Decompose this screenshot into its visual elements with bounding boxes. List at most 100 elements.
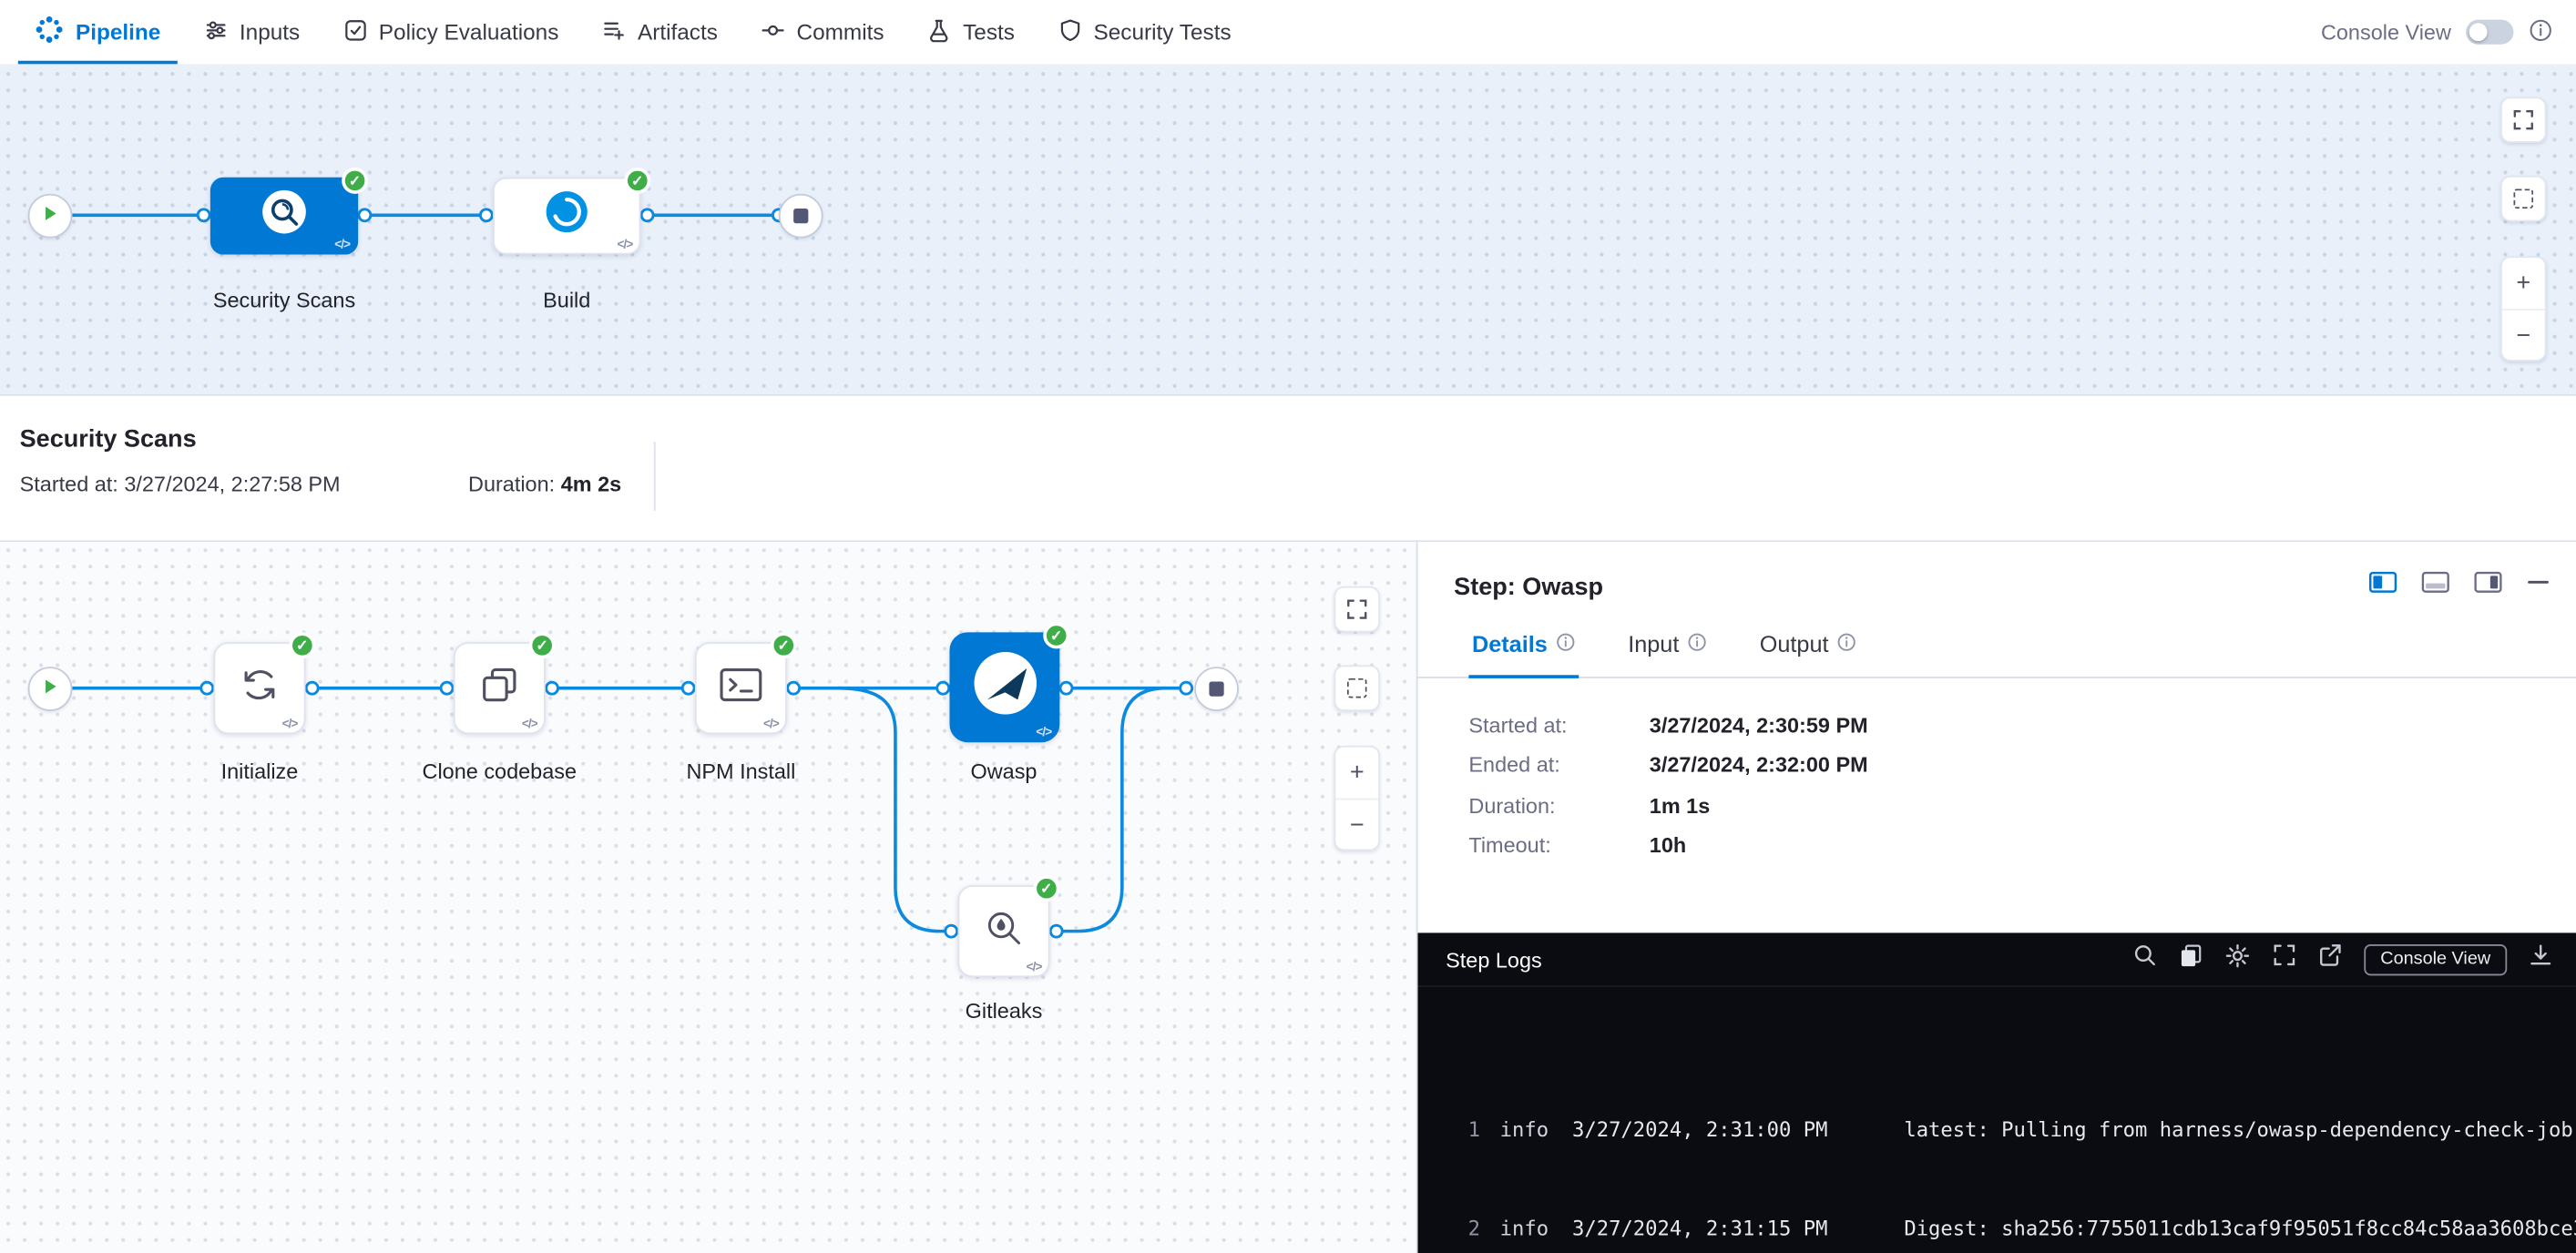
nav-tabs: Pipeline Inputs Policy Evaluations Artif… <box>13 0 1252 64</box>
stage-end-node[interactable] <box>1194 667 1239 711</box>
stage-node-build[interactable]: ✓ </> <box>493 178 640 255</box>
stage-info-bar: Security Scans Started at: 3/27/2024, 2:… <box>0 394 2576 542</box>
tab-inputs[interactable]: Inputs <box>182 0 322 64</box>
step-panel-title: Step: Owasp <box>1454 573 1603 601</box>
stage-started-at: Started at: 3/27/2024, 2:27:58 PM <box>20 472 341 496</box>
log-message: Digest: sha256:7755011cdb13caf9f95051f8c… <box>1904 1213 2576 1247</box>
fullscreen-button[interactable] <box>1334 586 1379 632</box>
console-view-toggle[interactable] <box>2466 20 2513 45</box>
console-view-button[interactable]: Console View <box>2364 943 2507 974</box>
tab-commits[interactable]: Commits <box>739 0 905 64</box>
stage-label[interactable]: Security Scans <box>169 288 399 312</box>
toggle-knob <box>2469 23 2488 41</box>
stage-graph-canvas[interactable]: ✓ </> Security Scans ✓ </> Build + − <box>0 66 2576 394</box>
pipeline-execution-page: Pipeline Inputs Policy Evaluations Artif… <box>0 0 2576 1253</box>
log-lines[interactable]: 1info3/27/2024, 2:31:00 PMlatest: Pullin… <box>1417 987 2576 1253</box>
step-panel-header: Step: Owasp <box>1417 542 2576 607</box>
stage-title: Security Scans <box>20 425 197 453</box>
pipeline-end-node[interactable] <box>779 194 823 239</box>
step-label[interactable]: Clone codebase <box>393 759 606 783</box>
step-detail-panel: Step: Owasp Details <box>1417 542 2576 1253</box>
log-line: 1info3/27/2024, 2:31:00 PMlatest: Pullin… <box>1457 1113 2576 1146</box>
tab-pipeline[interactable]: Pipeline <box>13 0 181 64</box>
step-node-npm-install[interactable]: ✓ </> <box>695 642 787 734</box>
tab-input[interactable]: Input <box>1625 617 1711 677</box>
panel-layout-controls <box>2369 572 2550 601</box>
duration-label: Duration: <box>468 472 561 496</box>
tab-label: Inputs <box>240 20 300 45</box>
minimize-panel-icon[interactable] <box>2527 572 2550 601</box>
divider <box>654 442 656 511</box>
gitleaks-icon <box>983 906 1026 957</box>
log-line-number: 2 <box>1457 1213 1480 1247</box>
zoom-in-button[interactable]: + <box>2502 258 2545 309</box>
detail-value: 10h <box>1650 833 1686 858</box>
artifacts-icon <box>601 17 626 46</box>
layout-right-view-icon[interactable] <box>2474 572 2502 601</box>
code-icon: </> <box>1036 725 1051 738</box>
step-node-initialize[interactable]: ✓ </> <box>213 642 305 734</box>
zoom-out-button[interactable]: − <box>1335 799 1378 850</box>
step-label[interactable]: NPM Install <box>634 759 847 783</box>
zoom-selection-button[interactable] <box>2500 176 2546 221</box>
step-logs-toolbar: Console View <box>2132 942 2553 976</box>
search-icon[interactable] <box>2132 942 2157 975</box>
execution-graph-canvas[interactable]: ✓ </> Initialize ✓ </> Clone codebase ✓ … <box>0 542 1417 1253</box>
pipeline-start-node[interactable] <box>28 194 73 239</box>
zoom-selection-button[interactable] <box>1334 665 1379 710</box>
tab-artifacts[interactable]: Artifacts <box>580 0 740 64</box>
tab-output[interactable]: Output <box>1756 617 1860 677</box>
owasp-icon <box>972 650 1038 724</box>
detail-row: Duration: 1m 1s <box>1468 785 2576 825</box>
copy-icon[interactable] <box>2178 942 2203 975</box>
info-icon[interactable] <box>1837 631 1857 657</box>
layout-bottom-view-icon[interactable] <box>2421 572 2449 601</box>
gear-icon[interactable] <box>2224 942 2251 976</box>
success-check-badge: ✓ <box>529 632 556 658</box>
step-details-list: Started at: 3/27/2024, 2:30:59 PM Ended … <box>1417 678 2576 866</box>
stage-duration: Duration: 4m 2s <box>468 472 621 496</box>
tab-label: Commits <box>797 20 884 45</box>
step-node-clone-codebase[interactable]: ✓ </> <box>454 642 546 734</box>
step-label[interactable]: Gitleaks <box>897 999 1110 1024</box>
info-icon[interactable] <box>2529 17 2553 46</box>
log-level: info <box>1500 1213 1572 1247</box>
info-icon[interactable] <box>1687 631 1707 657</box>
stage-label[interactable]: Build <box>452 288 681 312</box>
tab-label: Artifacts <box>638 20 718 45</box>
stage-start-node[interactable] <box>28 667 73 711</box>
info-icon[interactable] <box>1556 631 1576 657</box>
stop-icon <box>793 209 808 223</box>
tab-tests[interactable]: Tests <box>905 0 1036 64</box>
open-in-new-icon[interactable] <box>2318 942 2343 975</box>
log-message: latest: Pulling from harness/owasp-depen… <box>1904 1113 2576 1146</box>
step-label[interactable]: Initialize <box>153 759 366 783</box>
step-node-gitleaks[interactable]: ✓ </> <box>957 885 1049 977</box>
layout-split-view-icon[interactable] <box>2369 572 2397 601</box>
tab-security-tests[interactable]: Security Tests <box>1036 0 1252 64</box>
zoom-out-button[interactable]: − <box>2502 309 2545 360</box>
tab-policy-evaluations[interactable]: Policy Evaluations <box>322 0 580 64</box>
success-check-badge: ✓ <box>289 632 315 658</box>
zoom-in-button[interactable]: + <box>1335 748 1378 799</box>
terminal-icon <box>718 665 764 712</box>
tab-details[interactable]: Details <box>1468 617 1579 677</box>
step-node-owasp[interactable]: ✓ </> <box>949 632 1059 742</box>
code-icon: </> <box>618 238 633 250</box>
fullscreen-button[interactable] <box>2500 97 2546 142</box>
stage-node-security-scans[interactable]: ✓ </> <box>210 178 358 255</box>
download-icon[interactable] <box>2529 942 2553 975</box>
detail-label: Started at: <box>1468 712 1649 737</box>
build-icon <box>546 190 588 241</box>
tab-label: Tests <box>963 20 1015 45</box>
fullscreen-icon[interactable] <box>2272 942 2296 975</box>
clone-icon <box>478 663 521 714</box>
zoom-controls: + − <box>2500 256 2546 361</box>
commits-icon <box>761 17 785 46</box>
step-label[interactable]: Owasp <box>897 759 1110 783</box>
step-logs-title: Step Logs <box>1446 947 1542 972</box>
tab-label: Pipeline <box>76 20 160 45</box>
shield-icon <box>1058 17 1082 46</box>
stop-icon <box>1209 681 1223 696</box>
log-timestamp: 3/27/2024, 2:31:00 PM <box>1572 1113 1865 1146</box>
